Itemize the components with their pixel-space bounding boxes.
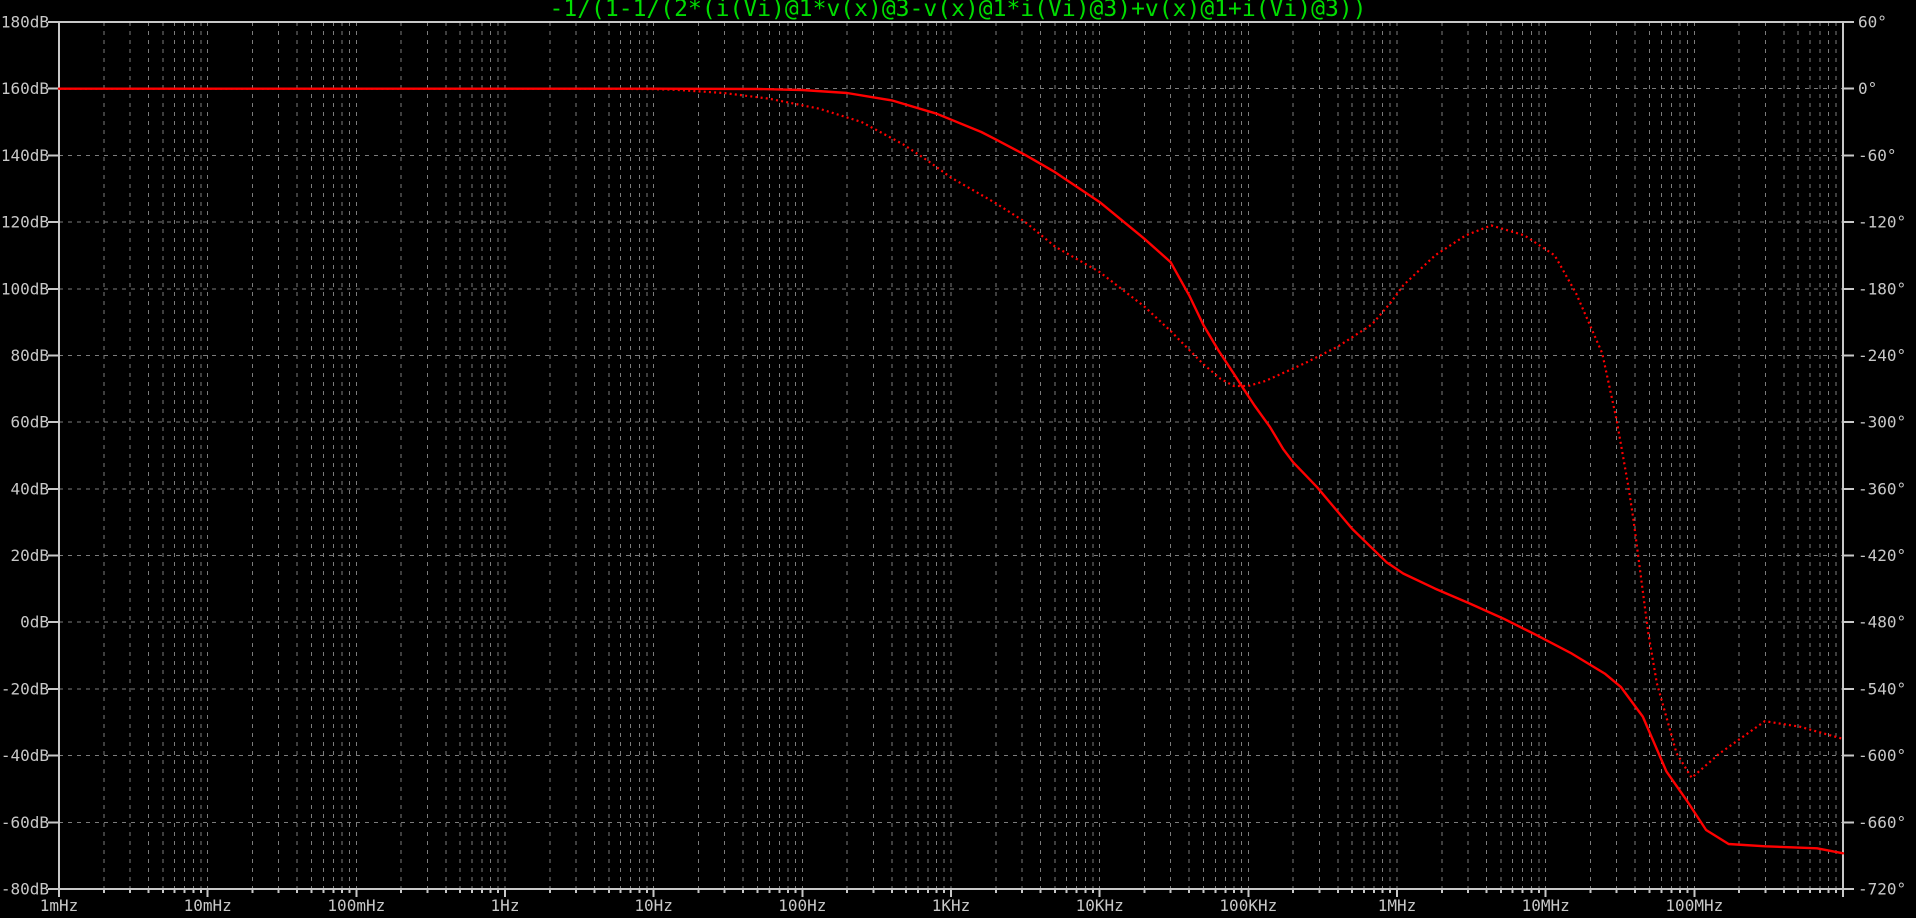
y-left-tick-label: 100dB <box>1 279 49 298</box>
y-right-tick-label: 0° <box>1858 79 1877 98</box>
y-right-tick-label: -480° <box>1858 613 1906 632</box>
x-tick-label: 1MHz <box>1378 896 1417 915</box>
x-tick-label: 10mHz <box>184 896 232 915</box>
y-right-tick-label: -420° <box>1858 546 1906 565</box>
x-tick-label: 10Hz <box>634 896 673 915</box>
grid <box>59 22 1843 889</box>
y-left-tick-label: 80dB <box>10 346 49 365</box>
y-left-tick-label: -20dB <box>1 679 49 698</box>
y-right-tick-label: -720° <box>1858 880 1906 899</box>
y-right-tick-label: -180° <box>1858 279 1906 298</box>
x-tick-label: 1Hz <box>491 896 520 915</box>
y-left-tick-label: 40dB <box>10 479 49 498</box>
waveform-pane: -1/(1-1/(2*(i(Vi)@1*v(x)@3-v(x)@1*i(Vi)@… <box>0 0 1916 918</box>
y-left-tick-label: 180dB <box>1 13 49 32</box>
y-right-tick-label: -60° <box>1858 146 1897 165</box>
y-left-tick-label: -40dB <box>1 746 49 765</box>
y-right-tick-label: 60° <box>1858 13 1887 32</box>
x-tick-label: 100MHz <box>1665 896 1723 915</box>
y-left-tick-label: 140dB <box>1 146 49 165</box>
phase-trace[interactable] <box>59 87 1844 779</box>
y-right-tick-label: -600° <box>1858 746 1906 765</box>
y-right-tick-label: -660° <box>1858 813 1906 832</box>
plot-area[interactable]: 180dB 160dB 140dB 120dB 100dB 80dB 60dB 40dB 20d… <box>0 0 1916 918</box>
y-left-tick-label: 120dB <box>1 213 49 232</box>
x-tick-label: 10MHz <box>1522 896 1570 915</box>
y-left-tick-label: 60dB <box>10 413 49 432</box>
x-tick-label: 10KHz <box>1076 896 1124 915</box>
y-right-tick-label: -360° <box>1858 479 1906 498</box>
y-right-tick-label: -240° <box>1858 346 1906 365</box>
y-left-tick-label: 0dB <box>20 613 49 632</box>
x-tick-label: 100mHz <box>327 896 385 915</box>
x-tick-label: 1mHz <box>40 896 79 915</box>
x-tick-label: 1KHz <box>932 896 971 915</box>
x-tick-label: 100KHz <box>1219 896 1277 915</box>
y-right-tick-label: -300° <box>1858 413 1906 432</box>
y-right-tick-label: -540° <box>1858 679 1906 698</box>
y-left-tick-label: 20dB <box>10 546 49 565</box>
axis-ticks <box>48 21 1854 897</box>
axis-labels: 180dB 160dB 140dB 120dB 100dB 80dB 60dB 40dB 20d… <box>1 13 1906 916</box>
y-right-tick-label: -120° <box>1858 213 1906 232</box>
y-left-tick-label: -60dB <box>1 813 49 832</box>
y-left-tick-label: 160dB <box>1 79 49 98</box>
x-tick-label: 100Hz <box>778 896 826 915</box>
